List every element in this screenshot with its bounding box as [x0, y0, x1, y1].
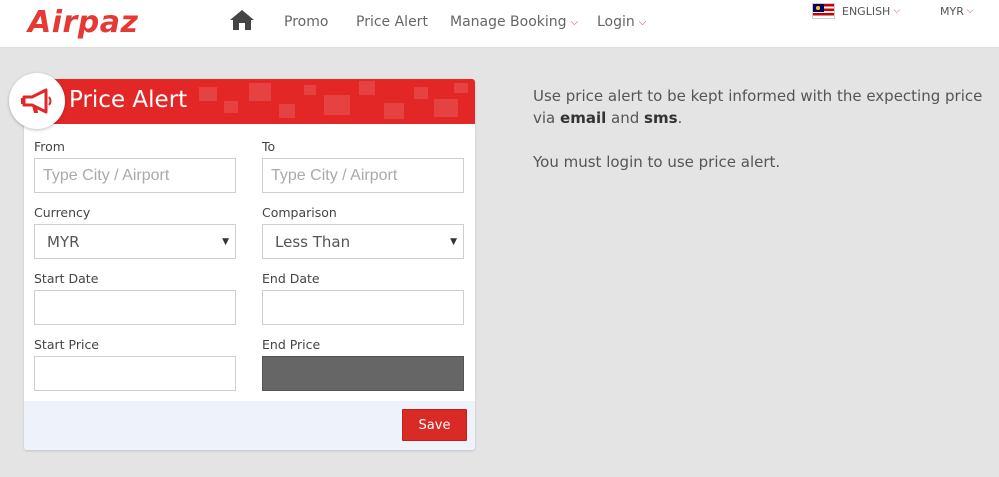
- currency-select-value: MYR: [47, 232, 80, 251]
- start-date-input[interactable]: [34, 290, 236, 325]
- top-navbar: Airpaz Promo Price Alert Manage Booking …: [0, 0, 999, 48]
- dropdown-arrow-icon: ▼: [222, 237, 229, 247]
- nav-promo-label: Promo: [284, 14, 329, 30]
- info-email: email: [560, 109, 607, 127]
- language-label: ENGLISH: [842, 4, 891, 18]
- nav-price-alert-label: Price Alert: [356, 14, 428, 30]
- to-label: To: [262, 139, 276, 154]
- megaphone-icon: [9, 73, 65, 129]
- nav-login[interactable]: Login ⌵: [597, 0, 646, 44]
- comparison-label: Comparison: [262, 205, 337, 220]
- info-period: .: [677, 109, 683, 127]
- currency-field-label: Currency: [34, 205, 91, 220]
- info-line-1: Use price alert to be kept informed with…: [533, 85, 993, 129]
- price-alert-card: Price Alert From To Currency MYR ▼ Compa…: [9, 73, 475, 450]
- info-sms: sms: [644, 109, 678, 127]
- currency-select[interactable]: MYR ▼: [34, 224, 236, 259]
- end-price-input: [262, 356, 464, 391]
- end-price-label: End Price: [262, 337, 321, 352]
- logo-text: Airpaz: [28, 4, 139, 40]
- start-price-label: Start Price: [34, 337, 100, 352]
- nav-manage-booking[interactable]: Manage Booking ⌵: [450, 0, 578, 44]
- chevron-down-icon: ⌵: [638, 16, 647, 28]
- price-alert-info: Use price alert to be kept informed with…: [533, 85, 993, 195]
- to-input[interactable]: [262, 158, 464, 193]
- malaysia-flag-icon: [812, 3, 835, 19]
- dropdown-arrow-icon: ▼: [450, 237, 457, 247]
- save-button[interactable]: Save: [402, 409, 467, 441]
- comparison-select[interactable]: Less Than ▼: [262, 224, 464, 259]
- start-price-input[interactable]: [34, 356, 236, 391]
- nav-manage-booking-label: Manage Booking: [450, 14, 567, 30]
- from-label: From: [34, 139, 65, 154]
- currency-selector[interactable]: MYR ⌵: [940, 2, 974, 20]
- nav-promo[interactable]: Promo: [284, 0, 328, 44]
- info-line-2: You must login to use price alert.: [533, 153, 781, 171]
- save-button-label: Save: [418, 417, 451, 433]
- comparison-select-value: Less Than: [275, 232, 351, 251]
- language-selector[interactable]: ENGLISH ⌵: [812, 2, 900, 20]
- chevron-down-icon: ⌵: [966, 6, 974, 16]
- price-alert-header: Price Alert: [24, 79, 475, 124]
- end-date-label: End Date: [262, 271, 320, 286]
- info-and: and: [611, 109, 640, 127]
- chevron-down-icon: ⌵: [893, 6, 901, 16]
- nav-price-alert[interactable]: Price Alert: [356, 0, 428, 44]
- from-input[interactable]: [34, 158, 236, 193]
- nav-login-label: Login: [597, 14, 635, 30]
- start-date-label: Start Date: [34, 271, 99, 286]
- currency-label: MYR: [940, 4, 964, 18]
- chevron-down-icon: ⌵: [570, 16, 579, 28]
- airpaz-logo[interactable]: Airpaz: [28, 2, 138, 42]
- home-icon[interactable]: [229, 9, 255, 31]
- price-alert-title: Price Alert: [69, 87, 188, 113]
- end-date-input[interactable]: [262, 290, 464, 325]
